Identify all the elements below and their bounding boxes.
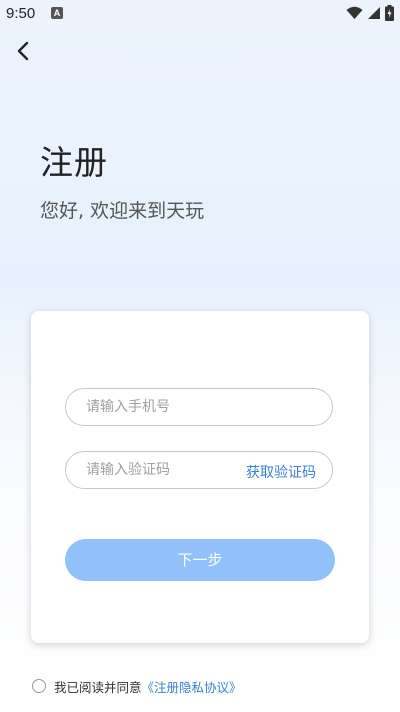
wifi-icon: [346, 6, 363, 19]
back-button[interactable]: [12, 38, 36, 64]
get-code-button[interactable]: 获取验证码: [246, 462, 316, 482]
status-bar: 9:50 A: [0, 0, 400, 28]
next-button[interactable]: 下一步: [65, 539, 335, 581]
notification-icon: A: [51, 7, 63, 19]
cellular-signal-icon: [368, 7, 380, 19]
agreement-text: 我已阅读并同意: [54, 679, 142, 695]
privacy-agreement-link[interactable]: 《注册隐私协议》: [142, 677, 242, 696]
phone-input[interactable]: [86, 389, 246, 425]
status-icons: [346, 5, 394, 21]
battery-charging-icon: [385, 5, 394, 21]
agreement-row: 我已阅读并同意 《注册隐私协议》: [32, 676, 242, 696]
verification-code-input[interactable]: [86, 452, 246, 488]
status-time: 9:50: [6, 5, 36, 22]
page-title: 注册: [40, 143, 108, 182]
code-field[interactable]: 获取验证码: [65, 451, 333, 489]
chevron-left-icon: [17, 41, 29, 61]
agreement-checkbox[interactable]: [32, 679, 46, 693]
register-form-card: 获取验证码 下一步: [31, 311, 369, 643]
welcome-subtitle: 您好, 欢迎来到天玩: [40, 200, 205, 222]
phone-field[interactable]: [65, 388, 333, 426]
